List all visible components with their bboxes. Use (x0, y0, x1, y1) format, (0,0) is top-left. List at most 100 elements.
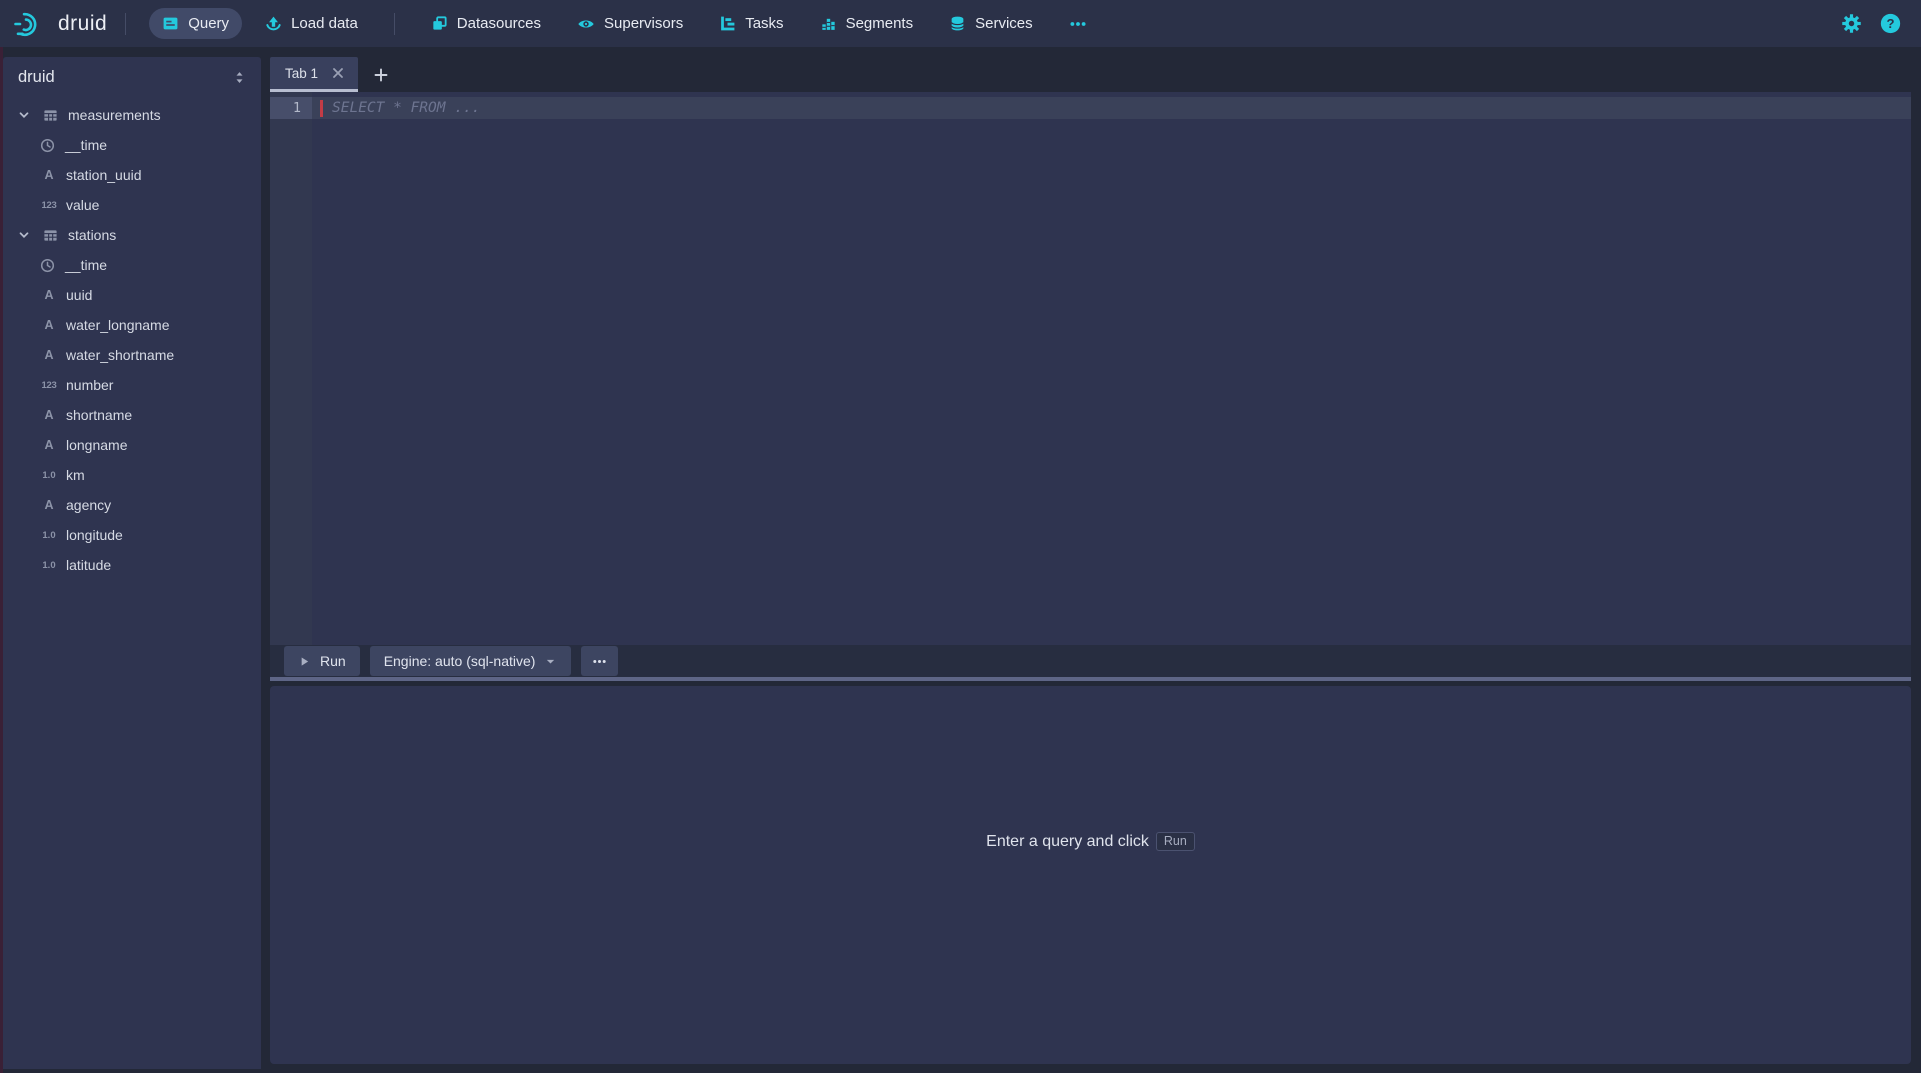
string-type-icon: A (39, 318, 59, 332)
editor-placeholder: SELECT * FROM ... (332, 100, 480, 116)
double-caret-vertical-icon (232, 70, 247, 85)
nav-divider (125, 13, 126, 35)
panel-splitter[interactable] (270, 677, 1911, 681)
nav-item-label: Tasks (745, 15, 783, 32)
tree-item[interactable]: 123 number (3, 370, 261, 400)
float-type-icon: 1.0 (39, 470, 59, 481)
empty-message-text: Enter a query and click (986, 833, 1149, 850)
editor-line-1: 1 SELECT * FROM ... (270, 97, 1911, 119)
tree-item[interactable]: 1.0 latitude (3, 550, 261, 580)
upload-icon (265, 15, 282, 32)
float-type-icon: 1.0 (39, 560, 59, 571)
query-more-button[interactable] (581, 646, 618, 676)
add-tab-button[interactable] (364, 57, 398, 92)
tree-item[interactable]: A water_shortname (3, 340, 261, 370)
run-keycap: Run (1156, 832, 1195, 851)
plus-icon (374, 68, 388, 82)
nav-divider (394, 13, 395, 35)
string-type-icon: A (39, 348, 59, 362)
more-icon (1069, 15, 1087, 33)
active-line-highlight (270, 97, 1911, 119)
tab-1[interactable]: Tab 1 (270, 57, 358, 92)
tree-item[interactable]: A uuid (3, 280, 261, 310)
nav-item-label: Supervisors (604, 15, 683, 32)
top-navbar: druid Query Load data Datasources Super (0, 0, 1921, 47)
tab-close-button[interactable] (330, 65, 346, 81)
tree-group-measurements[interactable]: measurements (3, 100, 261, 130)
tab-label: Tab 1 (285, 66, 318, 81)
number-type-icon: 123 (39, 200, 59, 211)
text-cursor (320, 100, 323, 117)
tree-item[interactable]: A station_uuid (3, 160, 261, 190)
string-type-icon: A (39, 438, 59, 452)
more-icon (592, 654, 607, 669)
tree-group-stations[interactable]: stations (3, 220, 261, 250)
clock-icon (39, 258, 56, 273)
nav-item-label: Datasources (457, 15, 541, 32)
table-icon (42, 108, 59, 123)
run-toolbar: Run Engine: auto (sql-native) (270, 645, 1911, 677)
nav-more-button[interactable] (1056, 8, 1100, 39)
chevron-down-icon[interactable] (17, 228, 33, 242)
nav-item-supervisors[interactable]: Supervisors (564, 8, 696, 39)
tree-item[interactable]: A water_longname (3, 310, 261, 340)
druid-logo[interactable]: druid (14, 11, 107, 37)
tree-item[interactable]: A agency (3, 490, 261, 520)
query-editor[interactable]: 1 SELECT * FROM ... (270, 92, 1911, 645)
navbar-right: ? (1841, 13, 1907, 34)
sort-button[interactable] (230, 68, 249, 87)
help-button[interactable]: ? (1880, 13, 1901, 34)
schema-tree: measurements __time A station_uuid 123 v… (3, 98, 261, 580)
nav-item-datasources[interactable]: Datasources (418, 8, 554, 39)
gantt-icon (719, 15, 736, 32)
nav-item-label: Load data (291, 15, 358, 32)
tree-item[interactable]: 123 value (3, 190, 261, 220)
run-button[interactable]: Run (284, 646, 360, 676)
clock-icon (39, 138, 56, 153)
schema-sidebar: druid measurements __time A station_uui (3, 57, 261, 1069)
string-type-icon: A (39, 168, 59, 182)
gear-icon (1841, 13, 1862, 34)
editor-content: SELECT * FROM ... (320, 100, 480, 117)
sidebar-header: druid (3, 57, 261, 98)
stacked-chart-icon (820, 15, 837, 32)
tree-item[interactable]: A shortname (3, 400, 261, 430)
database-icon (949, 15, 966, 32)
eye-icon (577, 15, 595, 33)
tree-item[interactable]: A longname (3, 430, 261, 460)
empty-results-message: Enter a query and click Run (270, 832, 1911, 851)
console-icon (162, 15, 179, 32)
string-type-icon: A (39, 288, 59, 302)
tree-item[interactable]: 1.0 km (3, 460, 261, 490)
nav-item-label: Segments (846, 15, 914, 32)
nav-item-segments[interactable]: Segments (807, 8, 927, 39)
string-type-icon: A (39, 408, 59, 422)
number-type-icon: 123 (39, 380, 59, 391)
nav-item-query[interactable]: Query (149, 8, 242, 39)
string-type-icon: A (39, 498, 59, 512)
nav-item-tasks[interactable]: Tasks (706, 8, 796, 39)
datasources-icon (431, 15, 448, 32)
float-type-icon: 1.0 (39, 530, 59, 541)
nav-item-load-data[interactable]: Load data (252, 8, 371, 39)
engine-select-button[interactable]: Engine: auto (sql-native) (370, 646, 572, 676)
help-icon: ? (1880, 13, 1901, 34)
close-icon (332, 67, 344, 79)
nav-item-label: Services (975, 15, 1033, 32)
table-icon (42, 228, 59, 243)
svg-text:?: ? (1886, 16, 1894, 31)
engine-label: Engine: auto (sql-native) (384, 653, 536, 669)
query-tabbar: Tab 1 (270, 57, 1911, 92)
settings-button[interactable] (1841, 13, 1862, 34)
chevron-down-icon[interactable] (17, 108, 33, 122)
caret-down-icon (544, 655, 557, 668)
run-button-label: Run (320, 653, 346, 669)
tree-item[interactable]: __time (3, 130, 261, 160)
results-panel: Enter a query and click Run (270, 686, 1911, 1064)
brand-name: druid (58, 12, 107, 36)
tree-item[interactable]: 1.0 longitude (3, 520, 261, 550)
tree-item[interactable]: __time (3, 250, 261, 280)
play-icon (298, 655, 311, 668)
line-number: 1 (270, 97, 312, 119)
nav-item-services[interactable]: Services (936, 8, 1046, 39)
